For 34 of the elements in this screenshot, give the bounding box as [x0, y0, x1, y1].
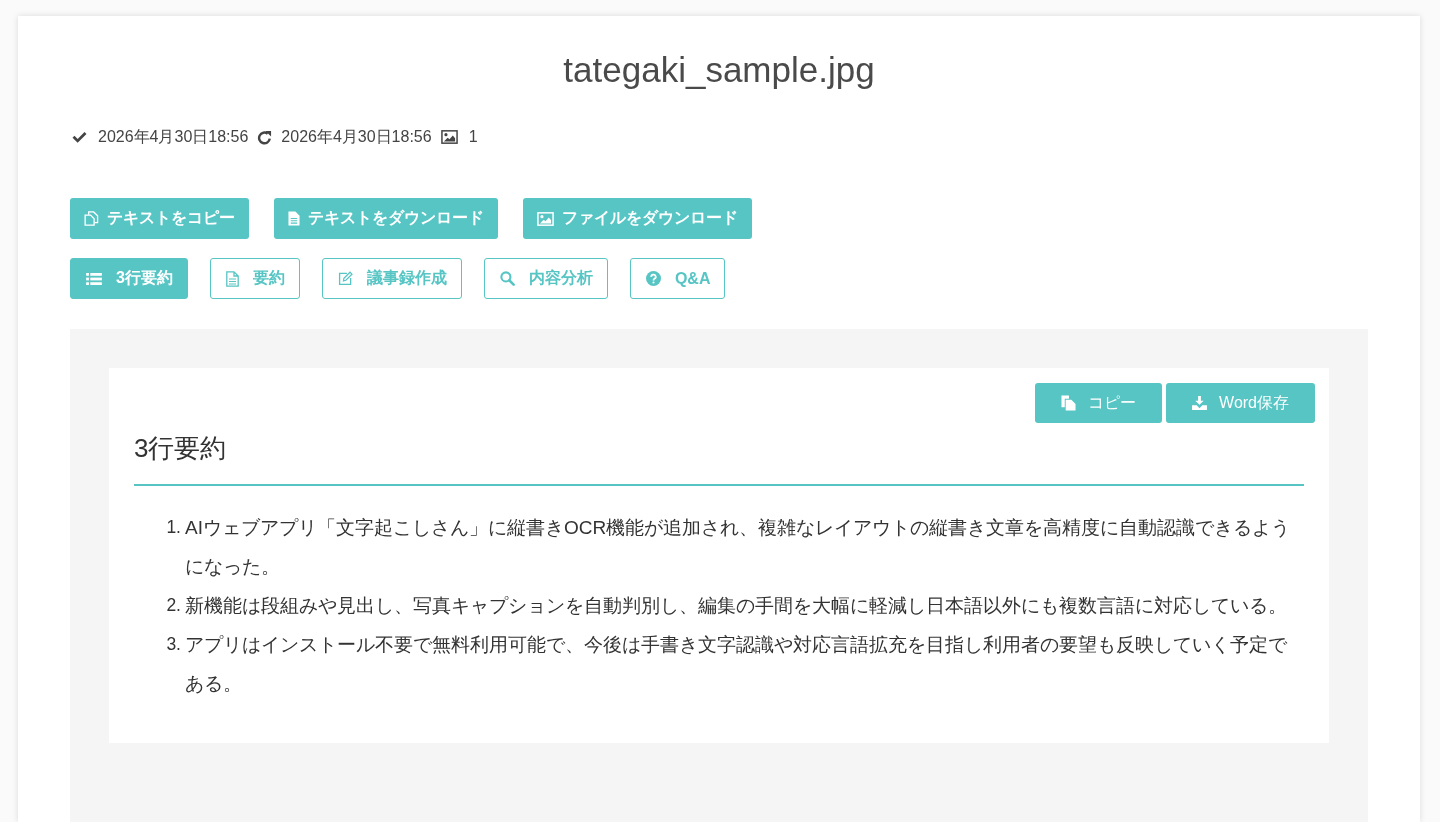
list-number: 2. [166, 594, 181, 617]
copy-button[interactable]: コピー [1035, 383, 1163, 423]
timestamp-text: 2026年4月30日18:56 [98, 127, 249, 147]
summary-item: AIウェブアプリ「文字起こしさん」に縦書きOCR機能が追加され、複雑なレイアウトの縦書き文章を高精度に自動認識できるようになった。 [185, 516, 1292, 579]
image-icon [537, 211, 554, 226]
word-save-button[interactable]: Word保存 [1166, 383, 1315, 423]
tab[interactable]: 内容分析 [483, 258, 608, 299]
document-icon [288, 211, 300, 226]
copy-text-button[interactable]: テキストをコピー [70, 198, 249, 239]
list-number: 1. [166, 516, 181, 539]
check-icon [72, 131, 87, 143]
list-icon [86, 272, 102, 285]
document-icon [225, 270, 239, 287]
tab[interactable]: 要約 [209, 258, 300, 299]
download-file-button[interactable]: ファイルをダウンロード [523, 198, 752, 239]
edit-icon [337, 271, 353, 286]
image-count: 1 [468, 127, 478, 147]
search-icon [499, 271, 515, 286]
tab[interactable]: Q&A [629, 258, 726, 299]
copy-icon [84, 211, 99, 226]
redo-icon [257, 129, 273, 145]
timestamp-text: 2026年4月30日18:56 [281, 127, 432, 147]
image-icon [440, 130, 458, 144]
file-title: tategaki_sample.jpg [562, 49, 876, 91]
tab[interactable]: 議事録作成 [321, 258, 462, 299]
list-number: 3. [166, 633, 181, 656]
download-icon [1192, 396, 1208, 410]
download-text-button[interactable]: テキストをダウンロード [274, 198, 498, 239]
summary-item: アプリはインストール不要で無料利用可能で、今後は手書き文字認識や対応言語拡充を目指し利用者の要望も反映していく予定である。 [185, 633, 1288, 696]
tab[interactable]: 3行要約 [70, 258, 188, 299]
summary-item: 新機能は段組みや見出し、写真キャプションを自動判別し、編集の手間を大幅に軽減し日本語以外にも複数言語に対応している。 [185, 594, 1288, 618]
result-heading: 3行要約 [134, 431, 1304, 486]
help-icon [645, 271, 661, 286]
copy-icon [1061, 395, 1077, 411]
